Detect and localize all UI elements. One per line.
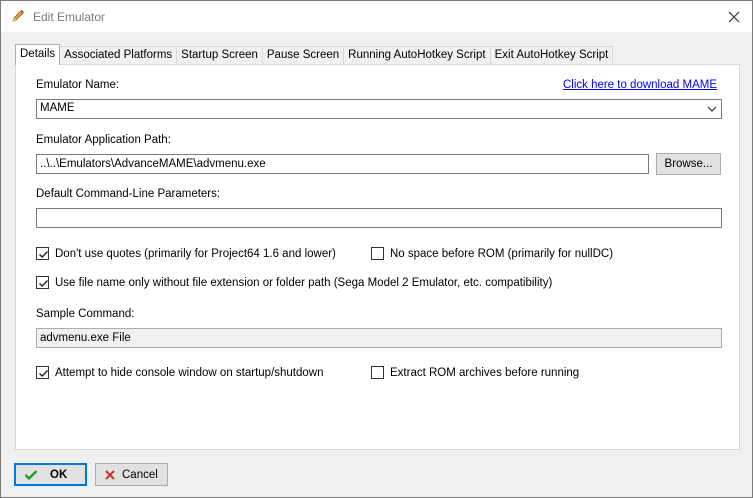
sample-command-field: advmenu.exe File	[36, 328, 722, 348]
close-button[interactable]	[716, 1, 752, 32]
ok-label: OK	[50, 468, 68, 481]
close-icon	[728, 11, 740, 22]
tab-pause-screen[interactable]: Pause Screen	[261, 46, 345, 65]
command-line-params-label: Default Command-Line Parameters:	[36, 188, 221, 200]
extract-rom-label: Extract ROM archives before running	[390, 366, 580, 379]
checkbox-box	[36, 276, 49, 289]
pencil-icon	[10, 8, 26, 24]
checkbox-box	[371, 366, 384, 379]
emulator-name-label: Emulator Name:	[36, 79, 120, 91]
no-space-label: No space before ROM (primarily for nullD…	[390, 247, 614, 260]
browse-button[interactable]: Browse...	[656, 153, 721, 175]
no-quotes-checkbox[interactable]: Don't use quotes (primarily for Project6…	[36, 247, 336, 260]
emulator-name-value: MAME	[40, 102, 75, 114]
green-check-icon	[24, 469, 38, 480]
hide-console-checkbox[interactable]: Attempt to hide console window on startu…	[36, 366, 324, 379]
command-line-params-input[interactable]	[36, 208, 722, 228]
emulator-name-combo[interactable]: MAME	[36, 99, 722, 119]
tab-exit-autohotkey-script[interactable]: Exit AutoHotkey Script	[489, 46, 614, 65]
cancel-label: Cancel	[122, 468, 158, 481]
tab-startup-screen[interactable]: Startup Screen	[176, 46, 263, 65]
checkbox-box	[36, 366, 49, 379]
title-bar: Edit Emulator	[1, 1, 752, 32]
checkmark-icon	[39, 251, 49, 258]
checkmark-icon	[39, 280, 49, 287]
tab-strip: Details Associated Platforms Startup Scr…	[15, 44, 614, 65]
chevron-down-icon	[707, 106, 717, 112]
download-mame-link[interactable]: Click here to download MAME	[563, 79, 717, 91]
filename-only-label: Use file name only without file extensio…	[55, 276, 553, 289]
cancel-button[interactable]: Cancel	[95, 463, 168, 486]
no-space-checkbox[interactable]: No space before ROM (primarily for nullD…	[371, 247, 613, 260]
window-title: Edit Emulator	[33, 10, 106, 24]
hide-console-label: Attempt to hide console window on startu…	[55, 366, 324, 379]
ok-button[interactable]: OK	[14, 463, 87, 486]
filename-only-checkbox[interactable]: Use file name only without file extensio…	[36, 276, 552, 289]
checkbox-box	[36, 247, 49, 260]
no-quotes-label: Don't use quotes (primarily for Project6…	[55, 247, 336, 260]
tab-associated-platforms[interactable]: Associated Platforms	[59, 46, 178, 65]
sample-command-label: Sample Command:	[36, 308, 135, 320]
checkbox-box	[371, 247, 384, 260]
tab-details[interactable]: Details	[15, 44, 61, 65]
extract-rom-checkbox[interactable]: Extract ROM archives before running	[371, 366, 579, 379]
tab-running-autohotkey-script[interactable]: Running AutoHotkey Script	[343, 46, 491, 65]
application-path-label: Emulator Application Path:	[36, 134, 171, 146]
edit-emulator-dialog: Edit Emulator Details Associated Platfor…	[0, 0, 753, 498]
red-x-icon	[105, 469, 115, 480]
checkmark-icon	[39, 370, 49, 377]
application-path-input[interactable]	[36, 154, 649, 174]
details-panel: Emulator Name: Click here to download MA…	[15, 64, 740, 450]
